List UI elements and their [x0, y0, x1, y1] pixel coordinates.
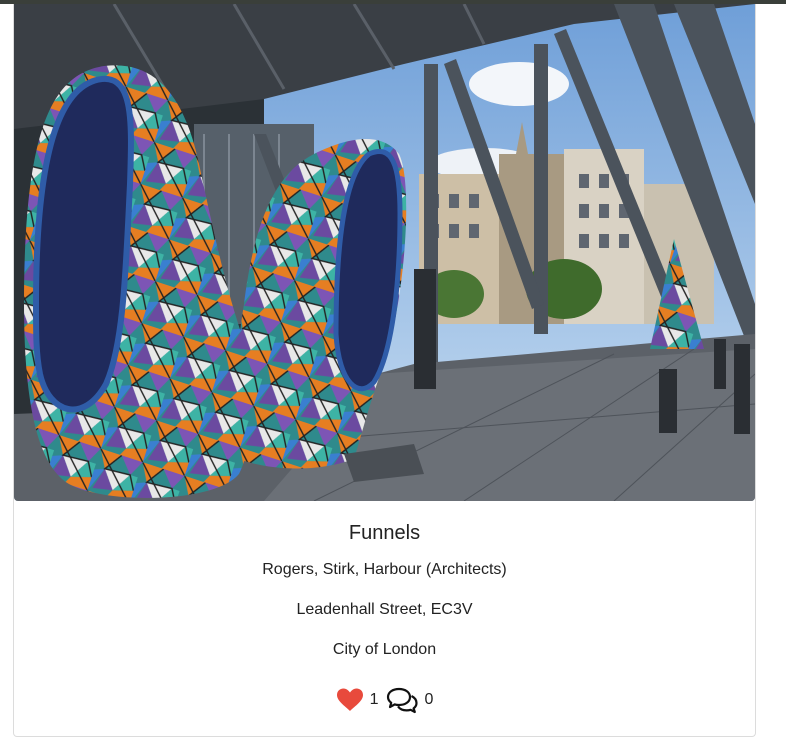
- artwork-photo[interactable]: [14, 4, 755, 501]
- artwork-architects: Rogers, Stirk, Harbour (Architects): [262, 561, 507, 578]
- artwork-title: Funnels: [348, 522, 421, 544]
- heart-icon: [336, 688, 364, 712]
- artwork-borough: City of London: [332, 641, 437, 658]
- artwork-card: Funnels Rogers, Stirk, Harbour (Architec…: [13, 4, 756, 737]
- like-count: 1: [369, 691, 379, 708]
- speech-bubbles-icon: [385, 686, 419, 714]
- comment-button[interactable]: 0: [385, 686, 434, 714]
- stats-row: 1 0: [14, 684, 755, 716]
- like-button[interactable]: 1: [336, 688, 379, 712]
- artwork-address: Leadenhall Street, EC3V: [296, 601, 473, 618]
- comment-count: 0: [424, 691, 434, 708]
